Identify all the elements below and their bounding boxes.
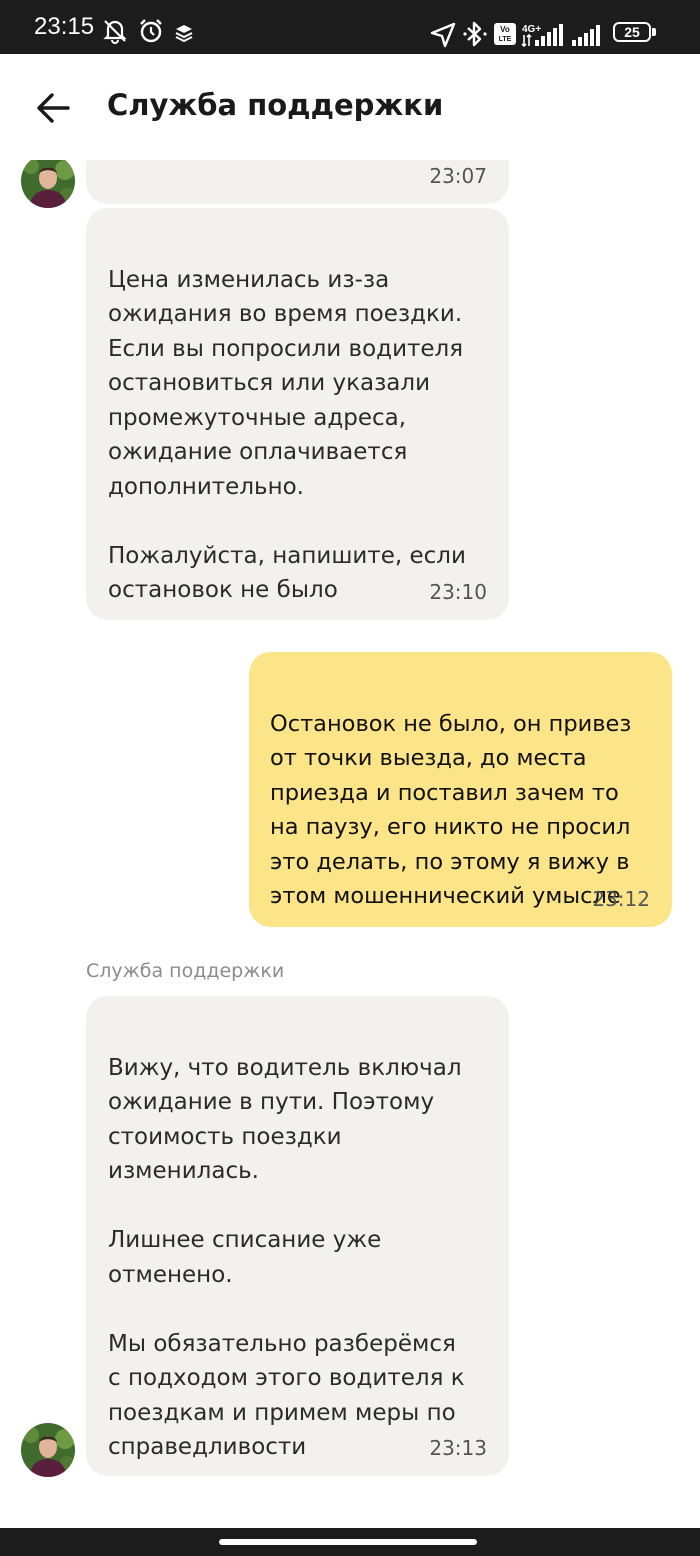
signal-icon: 4G+ (520, 22, 566, 52)
status-bar: 23:15 Vo LTE 4G+ 25 (0, 0, 700, 54)
alarm-icon (138, 18, 164, 48)
message-time: 23:10 (429, 580, 487, 604)
signal-icon (572, 24, 606, 50)
home-indicator[interactable] (219, 1539, 477, 1545)
svg-text:4G+: 4G+ (522, 24, 541, 35)
message-text: Остановок не было, он привез от точки вы… (270, 710, 632, 910)
battery-tip (652, 28, 656, 36)
message-bubble-incoming: 23:07 (86, 160, 509, 204)
svg-text:LTE: LTE (499, 36, 512, 43)
message-bubble-incoming: Цена изменилась из-за ожидания во время … (86, 208, 509, 620)
sender-name: Служба поддержки (86, 960, 285, 982)
avatar (21, 160, 75, 208)
layers-icon (175, 24, 193, 46)
battery-icon: 25 (613, 22, 651, 42)
page-title: Служба поддержки (107, 88, 444, 122)
message-time: 23:07 (429, 164, 487, 188)
volte-icon: Vo LTE (494, 23, 516, 49)
message-text: Вижу, что водитель включал ожидание в пу… (108, 1054, 465, 1461)
mute-vibrate-icon (101, 18, 129, 48)
message-text: Цена изменилась из-за ожидания во время … (108, 266, 466, 604)
avatar (21, 1423, 75, 1477)
svg-text:Vo: Vo (500, 25, 510, 34)
status-time: 23:15 (34, 13, 95, 40)
arrow-left-icon (37, 93, 70, 123)
back-button[interactable] (30, 84, 78, 132)
message-bubble-incoming: Вижу, что водитель включал ожидание в пу… (86, 996, 509, 1476)
chat-header: Служба поддержки (0, 54, 700, 160)
battery-level: 25 (624, 24, 640, 40)
location-arrow-icon (430, 22, 456, 52)
message-time: 23:13 (429, 1436, 487, 1460)
message-bubble-outgoing: Остановок не было, он привез от точки вы… (249, 652, 672, 927)
bluetooth-icon (462, 20, 488, 52)
message-time: 23:12 (592, 887, 650, 911)
chat-messages[interactable]: 23:07 Цена изменилась из-за ожидания во … (0, 160, 700, 1528)
